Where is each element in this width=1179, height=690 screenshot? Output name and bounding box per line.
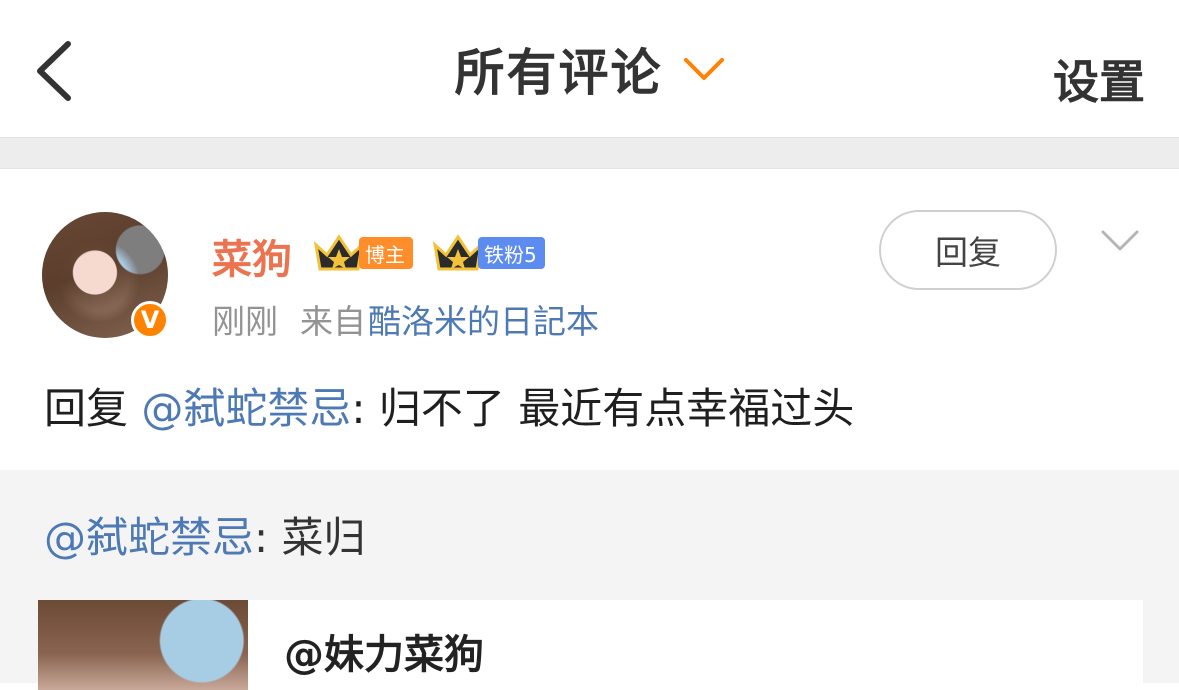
post-author: @妹力菜狗 [284,632,484,678]
quote-content: : 菜归 [254,513,366,562]
quoted-comment[interactable]: @弑蛇禁忌: 菜归 @妹力菜狗 [0,470,1179,690]
chevron-down-icon [683,57,724,80]
content-text: : 归不了 最近有点幸福过头 [351,384,855,433]
source-prefix: 来自 [300,302,366,341]
top-navigation-bar: 所有评论 设置 [0,0,1179,138]
quote-text: @弑蛇禁忌: 菜归 [44,504,366,565]
badge-label-blogger: 博主 [359,237,413,269]
comments-filter-dropdown[interactable]: 所有评论 [455,33,725,105]
crown-icon [313,234,365,271]
more-options-chevron-icon[interactable] [1101,229,1139,253]
content-prefix: 回复 [44,384,142,433]
comment-username[interactable]: 菜狗 [212,227,292,285]
comment-content: 回复 @弑蛇禁忌: 归不了 最近有点幸福过头 [44,375,854,436]
original-post-card[interactable]: @妹力菜狗 [38,600,1143,690]
settings-button[interactable]: 设置 [1053,46,1145,112]
comment-item: V 菜狗 博主 铁粉5 刚刚 来自 酷洛米的日記本 回复 回复 @弑蛇禁忌: 归… [0,169,1179,470]
fan-level-badge: 铁粉5 [432,233,545,273]
mention-link[interactable]: @弑蛇禁忌 [141,384,351,433]
source-link[interactable]: 酷洛米的日記本 [368,295,599,343]
quote-mention-link[interactable]: @弑蛇禁忌 [44,513,254,562]
section-divider [0,138,1179,169]
post-thumbnail [38,600,248,690]
blogger-badge: 博主 [313,233,413,273]
comment-time: 刚刚 [212,302,278,341]
page-title: 所有评论 [454,43,663,102]
reply-button[interactable]: 回复 [879,210,1057,290]
crown-icon [432,234,484,271]
comment-meta: 刚刚 来自 酷洛米的日記本 [212,295,599,343]
badge-label-fan-level: 铁粉5 [478,237,545,269]
verified-badge-icon: V [131,301,169,339]
back-arrow-icon[interactable] [28,38,84,104]
